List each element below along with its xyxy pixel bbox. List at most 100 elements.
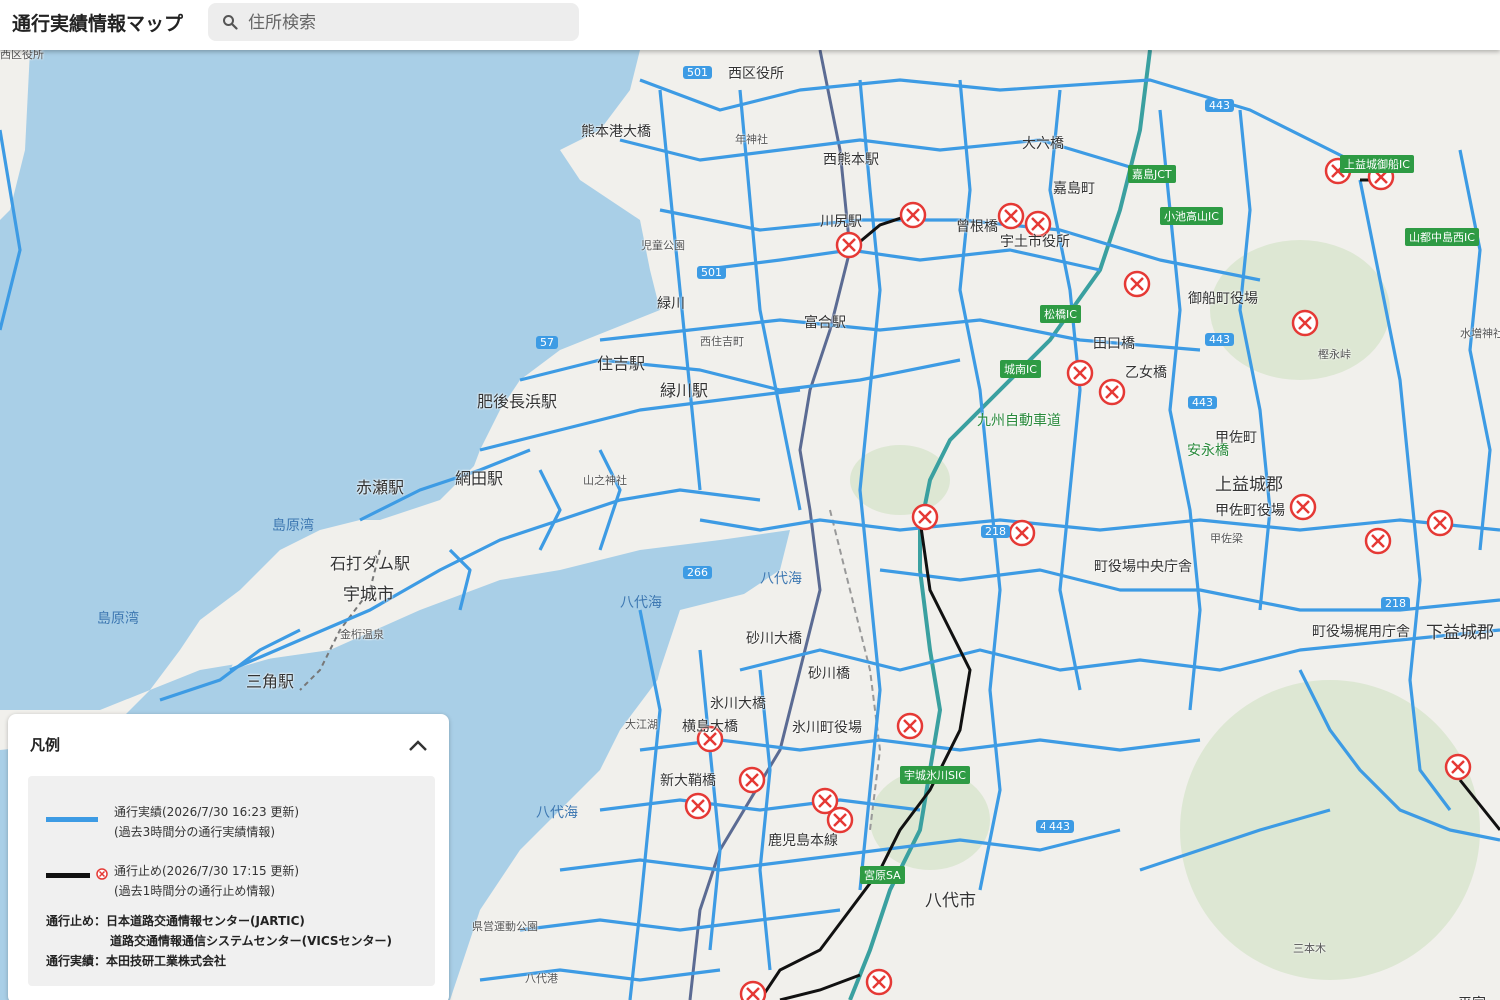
road-closure-marker[interactable] (1291, 309, 1319, 337)
place-label: 安永橋 (1187, 443, 1229, 459)
road-closure-marker[interactable] (1008, 519, 1036, 547)
place-label: 島原湾 (97, 611, 139, 627)
place-label: 曾根橋 (956, 219, 998, 235)
place-label: 熊本港大橋 (581, 124, 651, 140)
place-label: 緑川 (657, 296, 685, 312)
place-label: 乙女橋 (1125, 365, 1167, 381)
legend-source-closure: 通行止め：日本道路交通情報センター(JARTIC) (46, 914, 305, 928)
legend-source-traffic: 通行実績：本田技研工業株式会社 (46, 954, 227, 968)
place-label: 西区役所 (728, 66, 784, 82)
expressway-sign: 宮原SA (860, 866, 905, 884)
place-label: 氷川町役場 (792, 720, 862, 736)
place-label: 三角駅 (246, 672, 295, 691)
road-closure-marker[interactable] (1289, 493, 1317, 521)
legend-title: 凡例 (30, 736, 61, 754)
small-place-label: 西区役所 (0, 50, 44, 61)
legend-traffic-label: 通行実績(2026/7/30 16:23 更新) (114, 805, 300, 819)
road-closure-marker[interactable] (1066, 359, 1094, 387)
small-place-label: 児童公園 (641, 239, 685, 252)
road-closure-marker[interactable] (835, 231, 863, 259)
road-closure-marker[interactable] (738, 766, 766, 794)
expressway-sign: 山都中島西IC (1405, 228, 1479, 246)
closure-icon (96, 868, 108, 880)
route-number-shield: 218 (981, 525, 1010, 538)
road-closure-marker[interactable] (899, 201, 927, 229)
road-closure-marker[interactable] (1426, 509, 1454, 537)
small-place-label: 大江湖 (625, 718, 658, 731)
road-closure-marker[interactable] (911, 503, 939, 531)
place-label: 氷川大橋 (710, 696, 766, 712)
expressway-sign: 嘉島JCT (1128, 165, 1176, 183)
search-input[interactable] (246, 3, 570, 43)
road-closure-marker[interactable] (896, 712, 924, 740)
route-number-shield: 501 (697, 266, 726, 279)
route-number-shield: 218 (1381, 597, 1410, 610)
expressway-sign: 小池高山IC (1160, 207, 1223, 225)
road-closure-marker[interactable] (739, 980, 767, 1000)
legend-panel: 凡例 通行実績(2026/7/30 16:23 更新) (過去3時間分の通行実績… (8, 714, 449, 1000)
app-header: 通行実績情報マップ (0, 0, 1500, 50)
place-label: 川尻駅 (820, 214, 862, 230)
place-label: 年神社 (735, 133, 768, 146)
chevron-up-icon[interactable] (406, 736, 430, 754)
road-closure-marker[interactable] (865, 968, 893, 996)
place-label: 横島大橋 (682, 719, 738, 735)
route-number-shield: 443 (1045, 820, 1074, 833)
road-closure-marker[interactable] (1123, 270, 1151, 298)
place-label: 三本木 (1293, 942, 1326, 955)
place-label: 甲佐町役場 (1215, 503, 1285, 519)
place-label: 宇土市役所 (1000, 234, 1070, 250)
route-number-shield: 266 (683, 566, 712, 579)
place-label: 大六橋 (1022, 136, 1064, 152)
traffic-line-swatch (46, 817, 98, 822)
place-label: 網田駅 (455, 469, 504, 488)
road-closure-marker[interactable] (826, 806, 854, 834)
road-closure-marker[interactable] (1364, 527, 1392, 555)
place-label: 上益城郡 (1215, 475, 1283, 495)
place-label: 町役場梶用庁舎 (1312, 624, 1410, 640)
closure-line-swatch (46, 873, 90, 878)
place-label: 八代海 (620, 595, 662, 611)
search-icon (223, 15, 238, 30)
small-place-label: 金桁温泉 (340, 628, 384, 641)
small-place-label: 水増神社 (1460, 327, 1500, 340)
place-label: 鹿児島本線 (768, 833, 838, 849)
road-closure-marker[interactable] (1098, 378, 1126, 406)
legend-closure-label: 通行止め(2026/7/30 17:15 更新) (114, 864, 300, 878)
place-label: 砂川橋 (808, 666, 850, 682)
route-number-shield: 57 (536, 336, 558, 349)
small-place-label: 八代港 (525, 972, 558, 985)
small-place-label: 県営運動公園 (472, 920, 538, 933)
small-place-label: 甲佐梁 (1210, 532, 1243, 545)
expressway-sign: 上益城御船IC (1340, 155, 1414, 173)
legend-traffic-sub: (過去3時間分の通行実績情報) (114, 825, 275, 839)
expressway-sign: 松橋IC (1040, 305, 1081, 323)
road-closure-marker[interactable] (1444, 753, 1472, 781)
place-label: 西熊本駅 (823, 152, 879, 168)
place-label: 緑川駅 (660, 381, 709, 400)
place-label: 砂川大橋 (746, 631, 802, 647)
route-number-shield: 443 (1205, 99, 1234, 112)
place-label: 赤瀬駅 (356, 478, 405, 497)
route-number-shield: 443 (1188, 396, 1217, 409)
place-label: 八代海 (760, 571, 802, 587)
place-label: 御船町役場 (1188, 291, 1258, 307)
legend-body: 通行実績(2026/7/30 16:23 更新) (過去3時間分の通行実績情報)… (28, 776, 435, 986)
place-label: 九州自動車道 (977, 413, 1061, 429)
expressway-sign: 城南IC (1000, 360, 1041, 378)
place-label: 石打ダム駅 (330, 554, 411, 573)
place-label: 宇城市 (343, 585, 394, 605)
expressway-sign: 宇城氷川SIC (900, 766, 970, 784)
place-label: 平家 (1458, 993, 1486, 1000)
place-label: 富合駅 (804, 315, 846, 331)
small-place-label: 樫永峠 (1318, 348, 1351, 361)
place-label: 島原湾 (272, 518, 314, 534)
legend-closure-sub: (過去1時間分の通行止め情報) (114, 884, 275, 898)
place-label: 肥後長浜駅 (477, 392, 558, 411)
road-closure-marker[interactable] (997, 202, 1025, 230)
place-label: 嘉島町 (1053, 181, 1095, 197)
place-label: 下益城郡 (1426, 623, 1494, 643)
search-box[interactable] (208, 3, 579, 43)
place-label: 田口橋 (1093, 336, 1135, 352)
road-closure-marker[interactable] (684, 792, 712, 820)
